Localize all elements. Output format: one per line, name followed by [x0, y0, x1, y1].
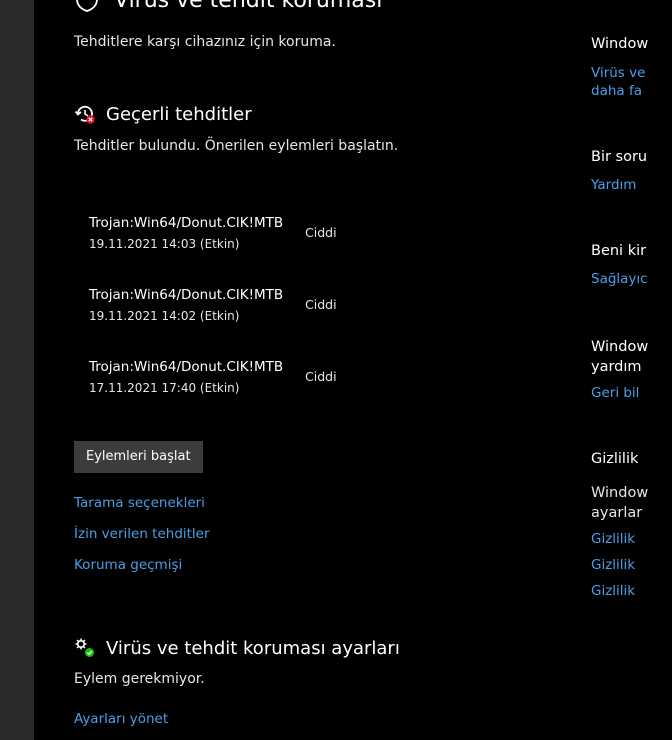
- get-help-link[interactable]: Yardım: [591, 176, 636, 194]
- page-title-text: Virüs ve tehdit koruması: [114, 0, 383, 13]
- allowed-threats-link[interactable]: İzin verilen tehditler: [74, 526, 210, 542]
- threat-severity: Ciddi: [305, 225, 337, 240]
- security-heading: Window: [591, 339, 649, 355]
- threat-name: Trojan:Win64/Donut.CIK!MTB: [89, 215, 284, 231]
- feedback-heading: Beni kir: [591, 243, 647, 259]
- privacy-statement-link[interactable]: Gizlilik: [591, 582, 635, 600]
- settings-gear-icon: [75, 638, 94, 657]
- windows-community-link-line2[interactable]: daha fa: [591, 82, 642, 100]
- right-info-panel: Window Virüs ve daha fa Bir soru Yardım …: [591, 0, 672, 740]
- manage-settings-link[interactable]: Ayarları yönet: [74, 711, 168, 727]
- privacy-text: Window: [591, 485, 649, 501]
- page-title: Virüs ve tehdit koruması: [74, 0, 382, 13]
- shield-icon: [76, 0, 98, 12]
- protection-history-link[interactable]: Koruma geçmişi: [74, 557, 182, 573]
- privacy-heading: Gizlilik: [591, 451, 639, 467]
- current-threats-heading-text: Geçerli tehditler: [106, 103, 252, 125]
- threat-item[interactable]: Trojan:Win64/Donut.CIK!MTB 19.11.2021 14…: [89, 215, 349, 265]
- threat-severity: Ciddi: [305, 369, 337, 384]
- settings-heading-text: Virüs ve tehdit koruması ayarları: [106, 637, 400, 659]
- windows-community-heading: Window: [591, 36, 649, 52]
- feedback-link[interactable]: Sağlayıc: [591, 270, 648, 288]
- privacy-settings-link[interactable]: Gizlilik: [591, 530, 635, 548]
- settings-description: Eylem gerekmiyor.: [74, 671, 205, 687]
- privacy-text-line2: ayarlar: [591, 505, 643, 521]
- threat-severity: Ciddi: [305, 297, 337, 312]
- threat-item[interactable]: Trojan:Win64/Donut.CIK!MTB 19.11.2021 14…: [89, 287, 349, 337]
- scan-options-link[interactable]: Tarama seçenekleri: [74, 495, 205, 511]
- nav-sidebar: [0, 0, 34, 740]
- threat-date: 17.11.2021 17:40 (Etkin): [89, 381, 240, 395]
- threat-name: Trojan:Win64/Donut.CIK!MTB: [89, 359, 284, 375]
- threat-date: 19.11.2021 14:02 (Etkin): [89, 309, 240, 323]
- current-threats-heading: Geçerli tehditler: [74, 103, 252, 125]
- threat-history-icon: [74, 105, 95, 124]
- threat-item[interactable]: Trojan:Win64/Donut.CIK!MTB 17.11.2021 17…: [89, 359, 349, 409]
- question-heading: Bir soru: [591, 149, 648, 165]
- privacy-dashboard-link[interactable]: Gizlilik: [591, 556, 635, 574]
- threat-date: 19.11.2021 14:03 (Etkin): [89, 237, 240, 251]
- page-subtitle: Tehditlere karşı cihazınız için koruma.: [74, 34, 336, 50]
- security-heading-line2: yardım: [591, 359, 642, 375]
- main-content: Virüs ve tehdit koruması Tehditlere karş…: [34, 0, 672, 740]
- windows-community-link[interactable]: Virüs ve: [591, 64, 645, 82]
- threat-name: Trojan:Win64/Donut.CIK!MTB: [89, 287, 284, 303]
- current-threats-description: Tehditler bulundu. Önerilen eylemleri ba…: [74, 138, 399, 154]
- send-feedback-link[interactable]: Geri bil: [591, 384, 639, 402]
- settings-heading: Virüs ve tehdit koruması ayarları: [74, 637, 400, 659]
- start-actions-button[interactable]: Eylemleri başlat: [74, 441, 203, 473]
